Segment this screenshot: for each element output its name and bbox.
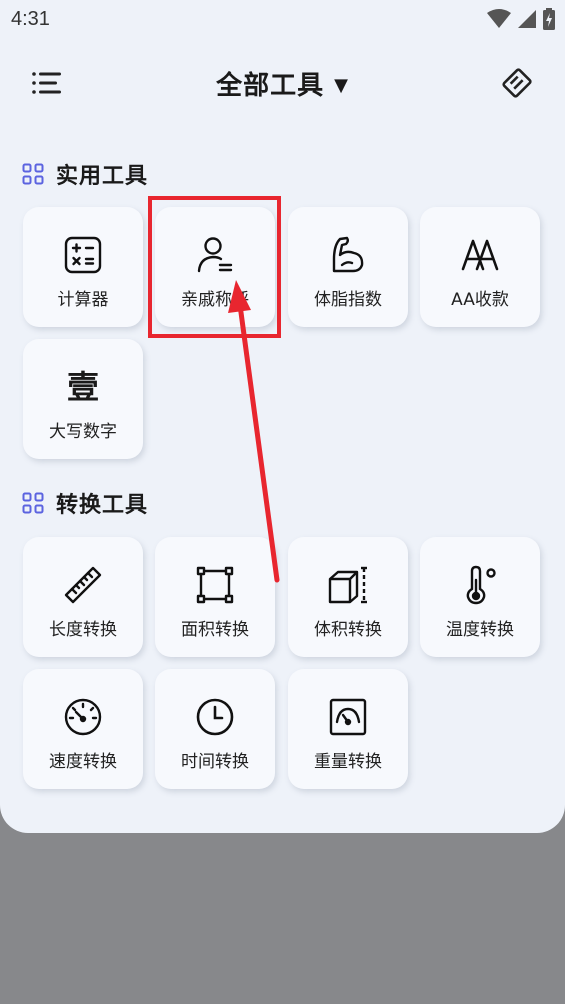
highlight-box xyxy=(148,196,281,338)
chinese-numeral-icon: 壹 xyxy=(66,368,99,406)
tool-volume[interactable]: 体积转换 xyxy=(288,537,408,657)
tool-label: 体积转换 xyxy=(314,620,382,640)
battery-icon xyxy=(543,8,555,30)
page-title: 全部工具 xyxy=(216,71,325,101)
tool-label: 计算器 xyxy=(57,290,109,310)
status-icons xyxy=(487,8,555,30)
ruler-icon xyxy=(64,566,102,604)
caret-down-icon: ▼ xyxy=(334,75,349,96)
edit-card-icon xyxy=(502,68,532,98)
speedometer-icon xyxy=(64,698,102,736)
tool-area[interactable]: 面积转换 xyxy=(155,537,275,657)
clock-icon xyxy=(196,698,234,736)
tool-label: AA收款 xyxy=(451,290,509,310)
area-square-icon xyxy=(196,566,234,604)
tool-label: 大写数字 xyxy=(49,422,117,442)
status-time: 4:31 xyxy=(11,8,50,30)
thermometer-icon xyxy=(466,565,496,605)
tool-aa-payment[interactable]: AA收款 xyxy=(420,207,540,327)
tool-label: 时间转换 xyxy=(181,752,249,772)
cube-icon xyxy=(328,566,367,604)
tool-capital-numbers[interactable]: 壹 大写数字 xyxy=(23,339,143,459)
muscle-arm-icon xyxy=(332,236,364,273)
status-bar: 4:31 xyxy=(0,0,565,40)
grid-icon xyxy=(22,492,44,514)
aa-letters-icon xyxy=(461,239,499,271)
tool-label: 速度转换 xyxy=(49,752,117,772)
tool-time[interactable]: 时间转换 xyxy=(155,669,275,789)
calculator-icon xyxy=(64,236,102,274)
tool-length[interactable]: 长度转换 xyxy=(23,537,143,657)
tool-label: 长度转换 xyxy=(49,620,117,640)
wifi-icon xyxy=(487,9,511,28)
tool-label: 体脂指数 xyxy=(314,290,382,310)
title-dropdown[interactable]: 全部工具 ▼ xyxy=(0,65,565,102)
signal-icon xyxy=(518,10,536,28)
tool-weight[interactable]: 重量转换 xyxy=(288,669,408,789)
grid-icon xyxy=(22,163,44,185)
edit-button[interactable] xyxy=(497,63,537,103)
section-header-conversion: 转换工具 xyxy=(22,488,148,518)
tool-bmi[interactable]: 体脂指数 xyxy=(288,207,408,327)
tool-label: 面积转换 xyxy=(181,620,249,640)
section-title: 实用工具 xyxy=(56,164,149,189)
scale-icon xyxy=(329,698,367,736)
tool-temperature[interactable]: 温度转换 xyxy=(420,537,540,657)
tool-calculator[interactable]: 计算器 xyxy=(23,207,143,327)
tools-sheet: 4:31 全部工具 ▼ 实用工具 计算器 亲戚称呼 体脂指数 AA收款 壹 大写… xyxy=(0,0,565,833)
tool-label: 温度转换 xyxy=(446,620,514,640)
tool-speed[interactable]: 速度转换 xyxy=(23,669,143,789)
app-header: 全部工具 ▼ xyxy=(0,55,565,111)
tool-label: 重量转换 xyxy=(314,752,382,772)
section-title: 转换工具 xyxy=(56,493,149,518)
section-header-practical: 实用工具 xyxy=(22,159,148,189)
